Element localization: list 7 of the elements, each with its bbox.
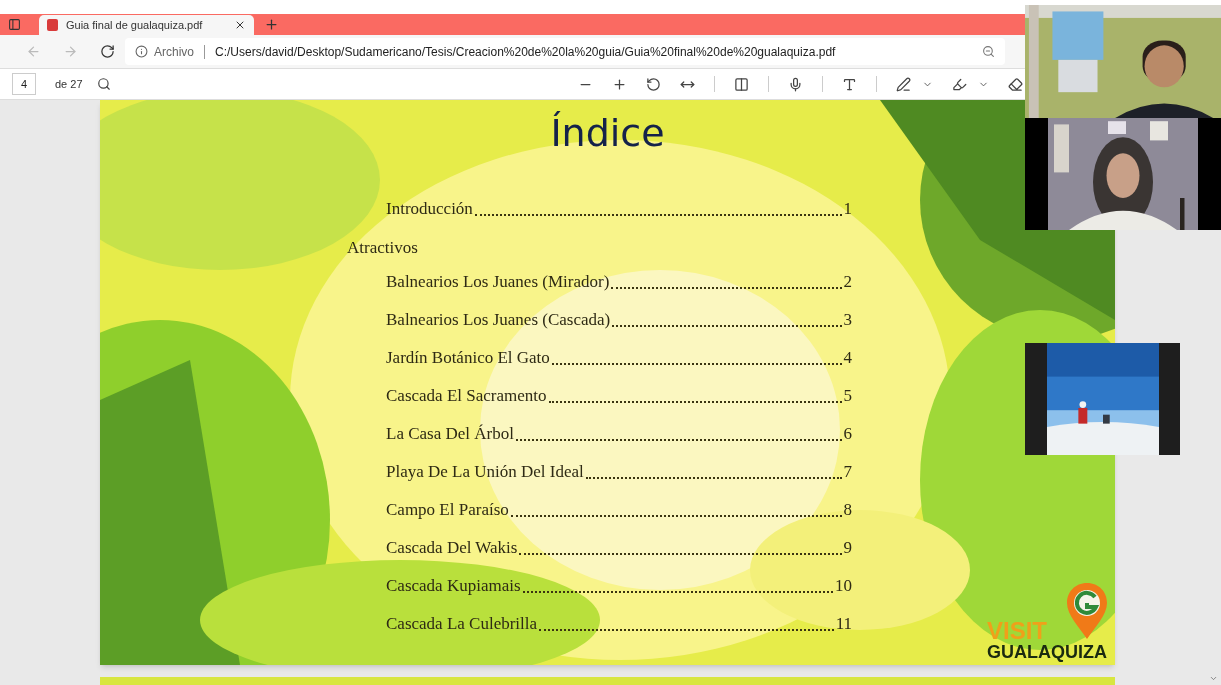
address-bar[interactable]: Archivo C:/Users/david/Desktop/Sudamericano/Tesis/Creacion%20de%20la%20guia/Guia%20final%20de%20gualaquiza.pdf: [125, 38, 1005, 65]
scheme-label: Archivo: [154, 43, 194, 61]
page-number-field[interactable]: 4: [12, 73, 36, 95]
page-count: de 27: [55, 76, 83, 92]
url-text: C:/Users/david/Desktop/Sudamericano/Tesis/Creacion%20de%20la%20guia/Guia%20final%20de%20gualaquiza.pdf: [215, 43, 837, 61]
browser-tab[interactable]: Guia final de gualaquiza.pdf: [39, 15, 254, 35]
tab-title: Guia final de gualaquiza.pdf: [66, 17, 204, 33]
